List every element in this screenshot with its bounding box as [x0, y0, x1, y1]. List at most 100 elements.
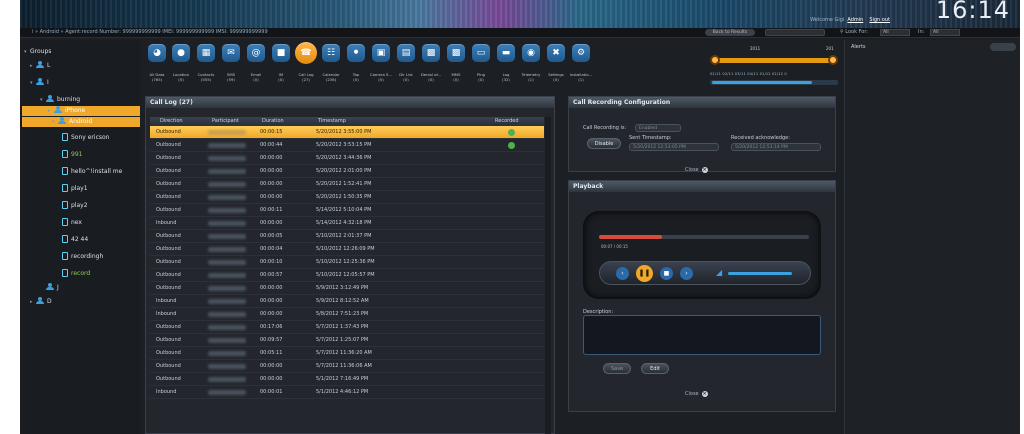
calendar-icon[interactable]: ☷	[322, 44, 340, 62]
timeline-range-bar[interactable]	[714, 58, 836, 63]
cell-timestamp: 5/10/2012 2:01:37 PM	[316, 233, 372, 239]
cell-timestamp: 5/8/2012 7:51:23 PM	[316, 311, 369, 317]
next-icon[interactable]: ›	[680, 267, 693, 280]
phone-icon[interactable]: ☎	[295, 42, 317, 64]
tree-agent-recordingh[interactable]: recordingh	[62, 252, 103, 260]
lock-icon[interactable]: ▩	[422, 44, 440, 62]
tree-agent-play2[interactable]: play2	[62, 201, 88, 209]
tree-agent-record[interactable]: record	[62, 269, 90, 277]
look-for-text: Look For:	[845, 29, 868, 35]
table-row[interactable]: Outbound 00:00:10 5/10/2012 12:25:36 PM	[150, 256, 544, 269]
table-row[interactable]: Outbound 00:00:05 5/10/2012 2:01:37 PM	[150, 230, 544, 243]
grid-scrollbar[interactable]	[545, 117, 551, 434]
col-direction[interactable]: Direction	[160, 117, 183, 126]
table-row[interactable]: Outbound 00:00:00 5/20/2012 1:52:41 PM	[150, 178, 544, 191]
table-row[interactable]: Inbound 00:00:00 5/8/2012 7:51:23 PM	[150, 308, 544, 321]
tree-agent-sony-ericson[interactable]: Sony ericson	[62, 133, 109, 141]
table-row[interactable]: Outbound 00:00:11 5/14/2012 5:10:04 PM	[150, 204, 544, 217]
table-row[interactable]: Outbound 00:00:00 5/9/2012 3:12:49 PM	[150, 282, 544, 295]
timeline-end-handle[interactable]	[828, 55, 838, 65]
look-for-label: ⚲ Look For:	[840, 29, 868, 35]
scope-select[interactable]: All	[880, 29, 910, 36]
welcome-text: Welcome Gigi	[810, 17, 845, 23]
edit-button[interactable]: Edit	[641, 363, 669, 374]
toolbar-count: (236)	[325, 77, 337, 82]
col-participant[interactable]: Participant	[212, 117, 239, 126]
admin-link[interactable]: Admin	[847, 17, 863, 23]
table-row[interactable]: Outbound 00:00:57 5/10/2012 12:05:57 PM	[150, 269, 544, 282]
pause-icon[interactable]: ❚❚	[636, 265, 653, 282]
recorded-icon[interactable]	[508, 142, 515, 149]
tree-item-D[interactable]: ▸ D	[30, 297, 52, 305]
envelope-icon[interactable]: ✉	[222, 44, 240, 62]
tools-icon[interactable]: ✖	[547, 44, 565, 62]
signout-link[interactable]: Sign out	[869, 17, 890, 23]
table-row[interactable]: Inbound 00:00:01 5/1/2012 4:46:12 PM	[150, 386, 544, 399]
stop-icon[interactable]: ■	[660, 267, 673, 280]
search-input[interactable]	[765, 29, 825, 36]
clock: 16:14	[935, 0, 1010, 24]
tree-item-I[interactable]: ▾ I	[30, 78, 49, 86]
tree-item-label: J	[57, 284, 59, 291]
table-row[interactable]: Outbound 00:05:11 5/7/2012 11:36:20 AM	[150, 347, 544, 360]
tree-item-J[interactable]: J	[40, 283, 59, 291]
table-row[interactable]: Outbound 00:17:06 5/7/2012 1:37:43 PM	[150, 321, 544, 334]
tree-agent-play1[interactable]: play1	[62, 184, 88, 192]
tree-item-android[interactable]: ▾ Android	[22, 117, 140, 127]
globe-icon[interactable]: ◕	[148, 44, 166, 62]
table-row[interactable]: Inbound 00:00:00 5/14/2012 4:32:18 PM	[150, 217, 544, 230]
alerts-options-button[interactable]	[990, 43, 1016, 51]
user-group-icon	[36, 297, 44, 304]
volume-slider[interactable]	[728, 272, 792, 275]
timeline-scrollbar[interactable]	[710, 80, 838, 85]
tree-item-label: hello^!install me	[71, 168, 123, 175]
table-row[interactable]: Outbound 00:00:00 5/7/2012 11:36:06 AM	[150, 360, 544, 373]
tree-item-burning[interactable]: ▾ burning	[40, 95, 80, 103]
mms-icon[interactable]: ▩	[447, 44, 465, 62]
chat-icon[interactable]: ■	[272, 44, 290, 62]
save-button[interactable]: Save	[603, 363, 631, 374]
tree-item-L[interactable]: ▸ L	[30, 61, 50, 69]
microphone-icon[interactable]: ⚫	[347, 44, 365, 62]
tree-item-iphone[interactable]: ▸ iPhone	[22, 106, 140, 116]
monitor-icon[interactable]: ▭	[472, 44, 490, 62]
table-row[interactable]: Outbound 00:00:00 5/20/2012 2:01:00 PM	[150, 165, 544, 178]
tree-agent-nex[interactable]: nex	[62, 218, 82, 226]
in-select[interactable]: All	[930, 29, 960, 36]
folder-icon[interactable]: ▤	[397, 44, 415, 62]
disable-button[interactable]: Disable	[587, 138, 621, 149]
timeline-start-handle[interactable]	[710, 55, 720, 65]
contacts-icon[interactable]: ▦	[197, 44, 215, 62]
table-row[interactable]: Outbound 00:00:00 5/1/2012 7:16:49 PM	[150, 373, 544, 386]
description-textarea[interactable]	[583, 315, 821, 355]
volume-icon[interactable]: ◢	[716, 268, 722, 277]
tree-agent-42-44[interactable]: 42 44	[62, 235, 88, 243]
timeline-slider[interactable]: 2011 201 02/11 02/11 03/11 04/11 01/12 0…	[710, 46, 840, 86]
playback-progress-bar[interactable]	[599, 235, 809, 239]
config-close-button[interactable]: Close ×	[685, 167, 708, 173]
table-row[interactable]: Outbound 00:09:57 5/7/2012 1:25:07 PM	[150, 334, 544, 347]
log-icon[interactable]: ▬	[497, 44, 515, 62]
gear-icon[interactable]: ⚙	[572, 44, 590, 62]
location-pin-icon[interactable]: ●	[172, 44, 190, 62]
tree-agent-hello[interactable]: hello^!install me	[62, 167, 122, 175]
at-icon[interactable]: @	[247, 44, 265, 62]
col-duration[interactable]: Duration	[262, 117, 284, 126]
table-row[interactable]: Outbound 00:00:04 5/10/2012 12:26:09 PM	[150, 243, 544, 256]
table-row[interactable]: Outbound 00:00:00 5/20/2012 3:44:36 PM	[150, 152, 544, 165]
table-row[interactable]: Inbound 00:00:00 5/9/2012 8:12:52 AM	[150, 295, 544, 308]
back-to-results-button[interactable]: Back to Results	[705, 29, 755, 36]
telemetry-icon[interactable]: ◉	[522, 44, 540, 62]
tree-groups[interactable]: ▾ Groups	[24, 48, 51, 55]
tree-agent-991[interactable]: 991	[62, 150, 82, 158]
toolbar-count: (0)	[278, 77, 284, 82]
recorded-icon[interactable]	[508, 129, 515, 136]
previous-icon[interactable]: ‹	[616, 267, 629, 280]
col-timestamp[interactable]: Timestamp	[318, 117, 346, 126]
col-recorded[interactable]: Recorded	[495, 117, 519, 126]
table-row[interactable]: Outbound 00:00:44 5/20/2012 3:53:15 PM	[150, 139, 544, 152]
table-row[interactable]: Outbound 00:00:00 5/20/2012 1:50:35 PM	[150, 191, 544, 204]
table-row[interactable]: Outbound 00:00:15 5/20/2012 3:55:00 PM	[150, 126, 544, 139]
playback-close-button[interactable]: Close ×	[685, 391, 708, 397]
camera-icon[interactable]: ▣	[372, 44, 390, 62]
